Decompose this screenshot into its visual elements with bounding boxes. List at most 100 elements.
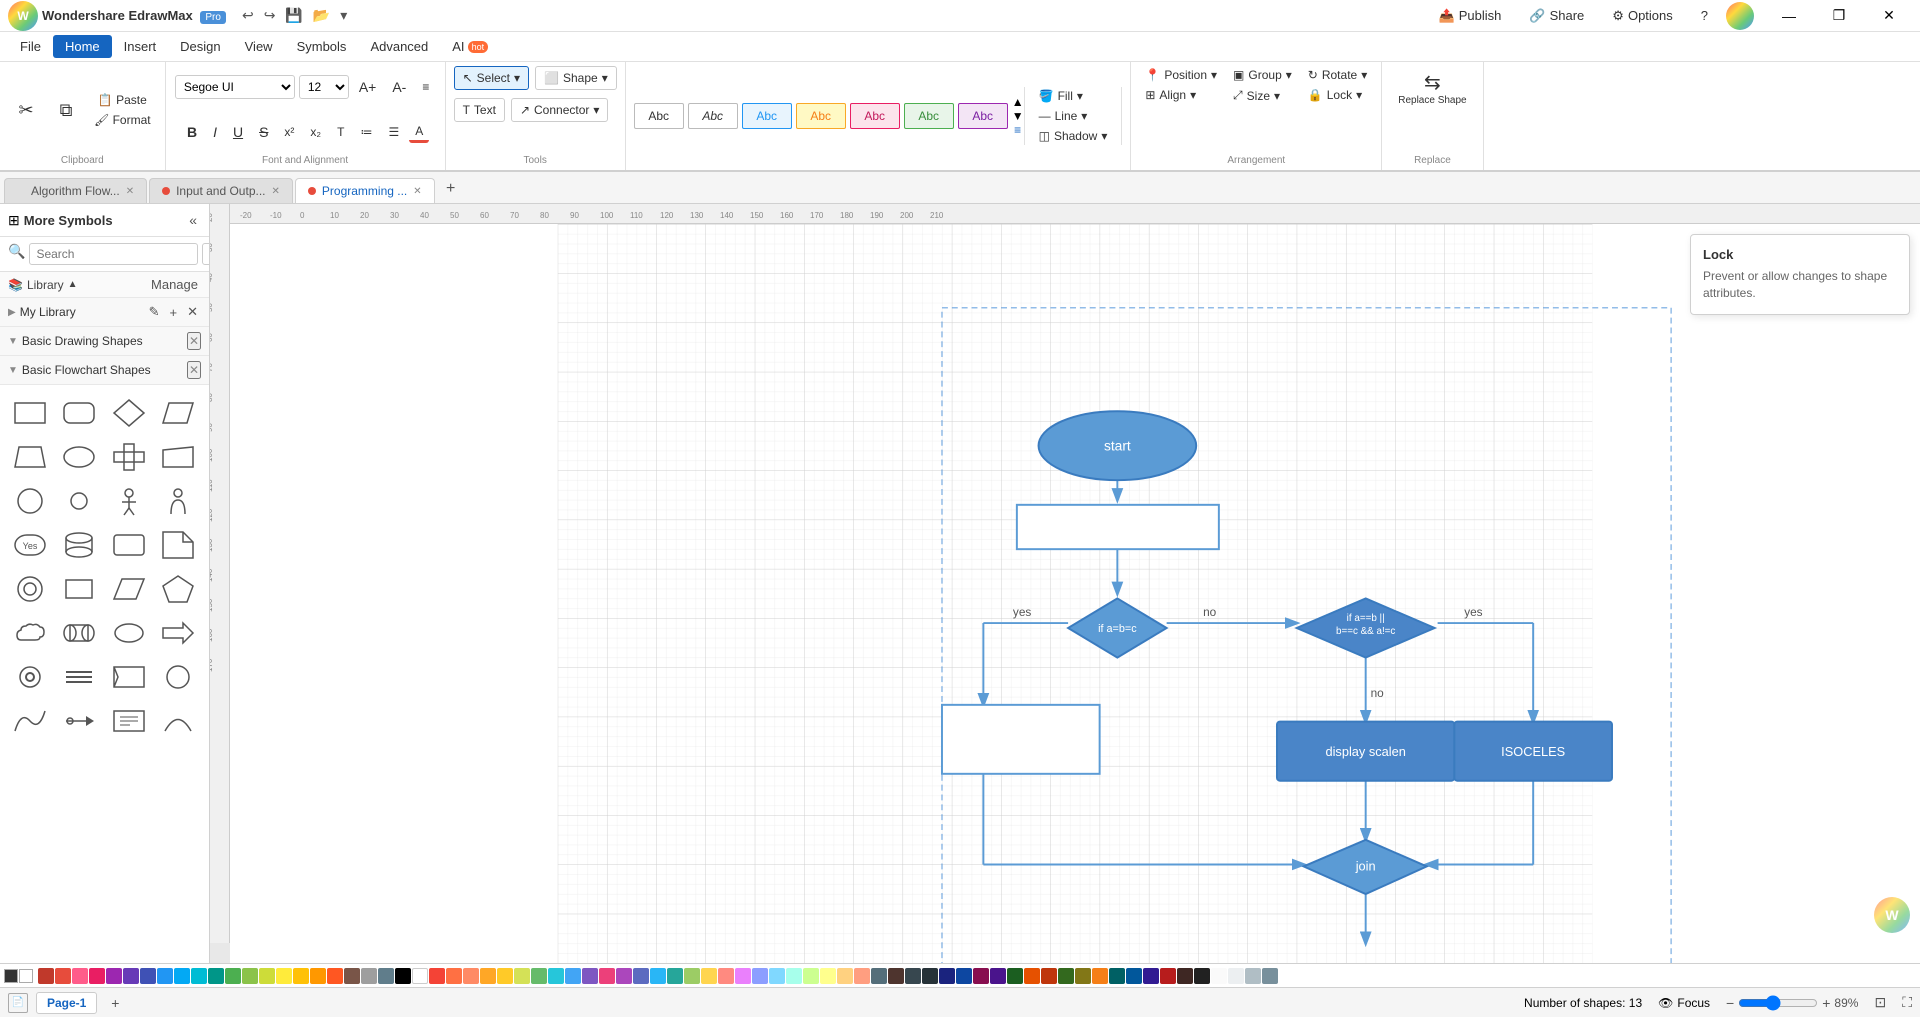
shape-ring2[interactable] [8, 657, 52, 697]
font-increase-button[interactable]: A+ [353, 77, 383, 97]
shape-arrow-line[interactable] [57, 701, 101, 741]
page-tab-1[interactable]: Page-1 [36, 992, 97, 1014]
color-swatch[interactable] [242, 968, 258, 984]
color-swatch[interactable] [259, 968, 275, 984]
shape-oval-h[interactable] [107, 613, 151, 653]
lock-button[interactable]: 🔒 Lock ▾ [1302, 86, 1373, 104]
align-ribbon-button[interactable]: ⊞ Align ▾ [1139, 86, 1223, 104]
style-sample-2[interactable]: Abc [742, 103, 792, 129]
color-swatch[interactable] [1024, 968, 1040, 984]
color-swatch[interactable] [1160, 968, 1176, 984]
color-swatch[interactable] [735, 968, 751, 984]
shape-cylinder[interactable] [57, 525, 101, 565]
pencil-color[interactable] [4, 969, 18, 983]
color-swatch[interactable] [990, 968, 1006, 984]
cut-button[interactable]: ✂ [8, 98, 44, 122]
shape-file[interactable] [156, 525, 200, 565]
tab-close-1[interactable]: ✕ [272, 186, 280, 197]
manage-button[interactable]: Manage [148, 276, 201, 293]
menu-view[interactable]: View [233, 35, 285, 58]
shape-ring[interactable] [8, 569, 52, 609]
shape-notched-rect[interactable] [107, 657, 151, 697]
font-size-select[interactable]: 12 [299, 75, 349, 99]
list2-button[interactable]: ☰ [382, 123, 405, 141]
color-swatch[interactable] [89, 968, 105, 984]
font-decrease-button[interactable]: A- [386, 77, 412, 97]
shape-circle-sm[interactable] [57, 481, 101, 521]
color-swatch[interactable] [1228, 968, 1244, 984]
shape-wave[interactable] [8, 701, 52, 741]
color-swatch[interactable] [344, 968, 360, 984]
color-swatch[interactable] [837, 968, 853, 984]
shape-rect2[interactable] [57, 569, 101, 609]
shape-rect[interactable] [8, 393, 52, 433]
color-swatch[interactable] [718, 968, 734, 984]
color-swatch[interactable] [395, 968, 411, 984]
style-sample-0[interactable]: Abc [634, 103, 684, 129]
publish-button[interactable]: 📤 Publish [1429, 4, 1512, 28]
my-library-section[interactable]: ▶ My Library ✎ + ✕ [0, 298, 209, 327]
tab-algorithm-flow[interactable]: Algorithm Flow... ✕ [4, 178, 147, 203]
panel-collapse-button[interactable]: « [185, 210, 201, 230]
page-icon[interactable]: 📄 [8, 993, 28, 1013]
group-button[interactable]: ▣ Group ▾ [1227, 66, 1298, 84]
color-swatch[interactable] [565, 968, 581, 984]
color-swatch[interactable] [582, 968, 598, 984]
open-button[interactable]: 📂 [309, 5, 334, 26]
color-swatch[interactable] [616, 968, 632, 984]
menu-insert[interactable]: Insert [112, 35, 169, 58]
color-swatch[interactable] [1058, 968, 1074, 984]
shape-trapezoid[interactable] [8, 437, 52, 477]
font-family-select[interactable]: Segoe UI [175, 75, 295, 99]
color-swatch[interactable] [633, 968, 649, 984]
search-button[interactable]: Search [202, 243, 210, 265]
color-swatch[interactable] [1007, 968, 1023, 984]
add-page-button[interactable]: + [105, 993, 125, 1013]
color-swatch[interactable] [361, 968, 377, 984]
fullscreen-button[interactable]: ⛶ [1902, 994, 1912, 1011]
shape-person-outline[interactable] [156, 481, 200, 521]
color-swatch[interactable] [854, 968, 870, 984]
search-input[interactable] [29, 243, 198, 265]
style-sample-1[interactable]: Abc [688, 103, 738, 129]
list-button[interactable]: ≔ [354, 123, 378, 141]
connector-tool-button[interactable]: ↗ Connector ▾ [511, 98, 608, 122]
fill-color[interactable] [19, 969, 33, 983]
new-tab-button[interactable]: + [437, 175, 465, 203]
color-swatch[interactable] [684, 968, 700, 984]
qa-more-button[interactable]: ▾ [336, 5, 351, 26]
zoom-out-button[interactable]: − [1726, 995, 1734, 1011]
color-swatch[interactable] [412, 968, 428, 984]
style-sample-6[interactable]: Abc [958, 103, 1008, 129]
shape-cloud[interactable] [8, 613, 52, 653]
shape-person[interactable] [107, 481, 151, 521]
fill-button[interactable]: 🪣 Fill ▾ [1033, 87, 1114, 105]
color-swatch[interactable] [667, 968, 683, 984]
color-swatch[interactable] [599, 968, 615, 984]
text-tool-button[interactable]: T Text [454, 98, 505, 122]
color-swatch[interactable] [123, 968, 139, 984]
menu-symbols[interactable]: Symbols [285, 35, 359, 58]
color-swatch[interactable] [38, 968, 54, 984]
shadow-button[interactable]: ◫ Shadow ▾ [1033, 127, 1114, 145]
color-swatch[interactable] [1262, 968, 1278, 984]
canvas-area[interactable]: -20-10 010 2030 4050 6070 8090 100110 12… [210, 204, 1920, 963]
basic-flowchart-section[interactable]: ▼ Basic Flowchart Shapes ✕ [0, 356, 209, 385]
basic-flowchart-close-button[interactable]: ✕ [187, 361, 201, 379]
color-swatch[interactable] [55, 968, 71, 984]
node-box1[interactable] [1017, 505, 1219, 549]
shape-arc[interactable] [156, 701, 200, 741]
color-swatch[interactable] [463, 968, 479, 984]
undo-button[interactable]: ↩ [238, 5, 258, 26]
color-swatch[interactable] [1075, 968, 1091, 984]
color-swatch[interactable] [905, 968, 921, 984]
tab-close-0[interactable]: ✕ [126, 186, 134, 197]
user-avatar[interactable] [1726, 2, 1754, 30]
close-button[interactable]: ✕ [1866, 0, 1912, 32]
my-library-edit-button[interactable]: ✎ [146, 303, 163, 321]
italic-button[interactable]: I [207, 122, 223, 142]
fit-page-button[interactable]: ⊡ [1874, 994, 1886, 1011]
shape-rounded-box[interactable] [107, 525, 151, 565]
color-swatch[interactable] [1211, 968, 1227, 984]
canvas-content[interactable]: yes no no yes [230, 224, 1920, 963]
